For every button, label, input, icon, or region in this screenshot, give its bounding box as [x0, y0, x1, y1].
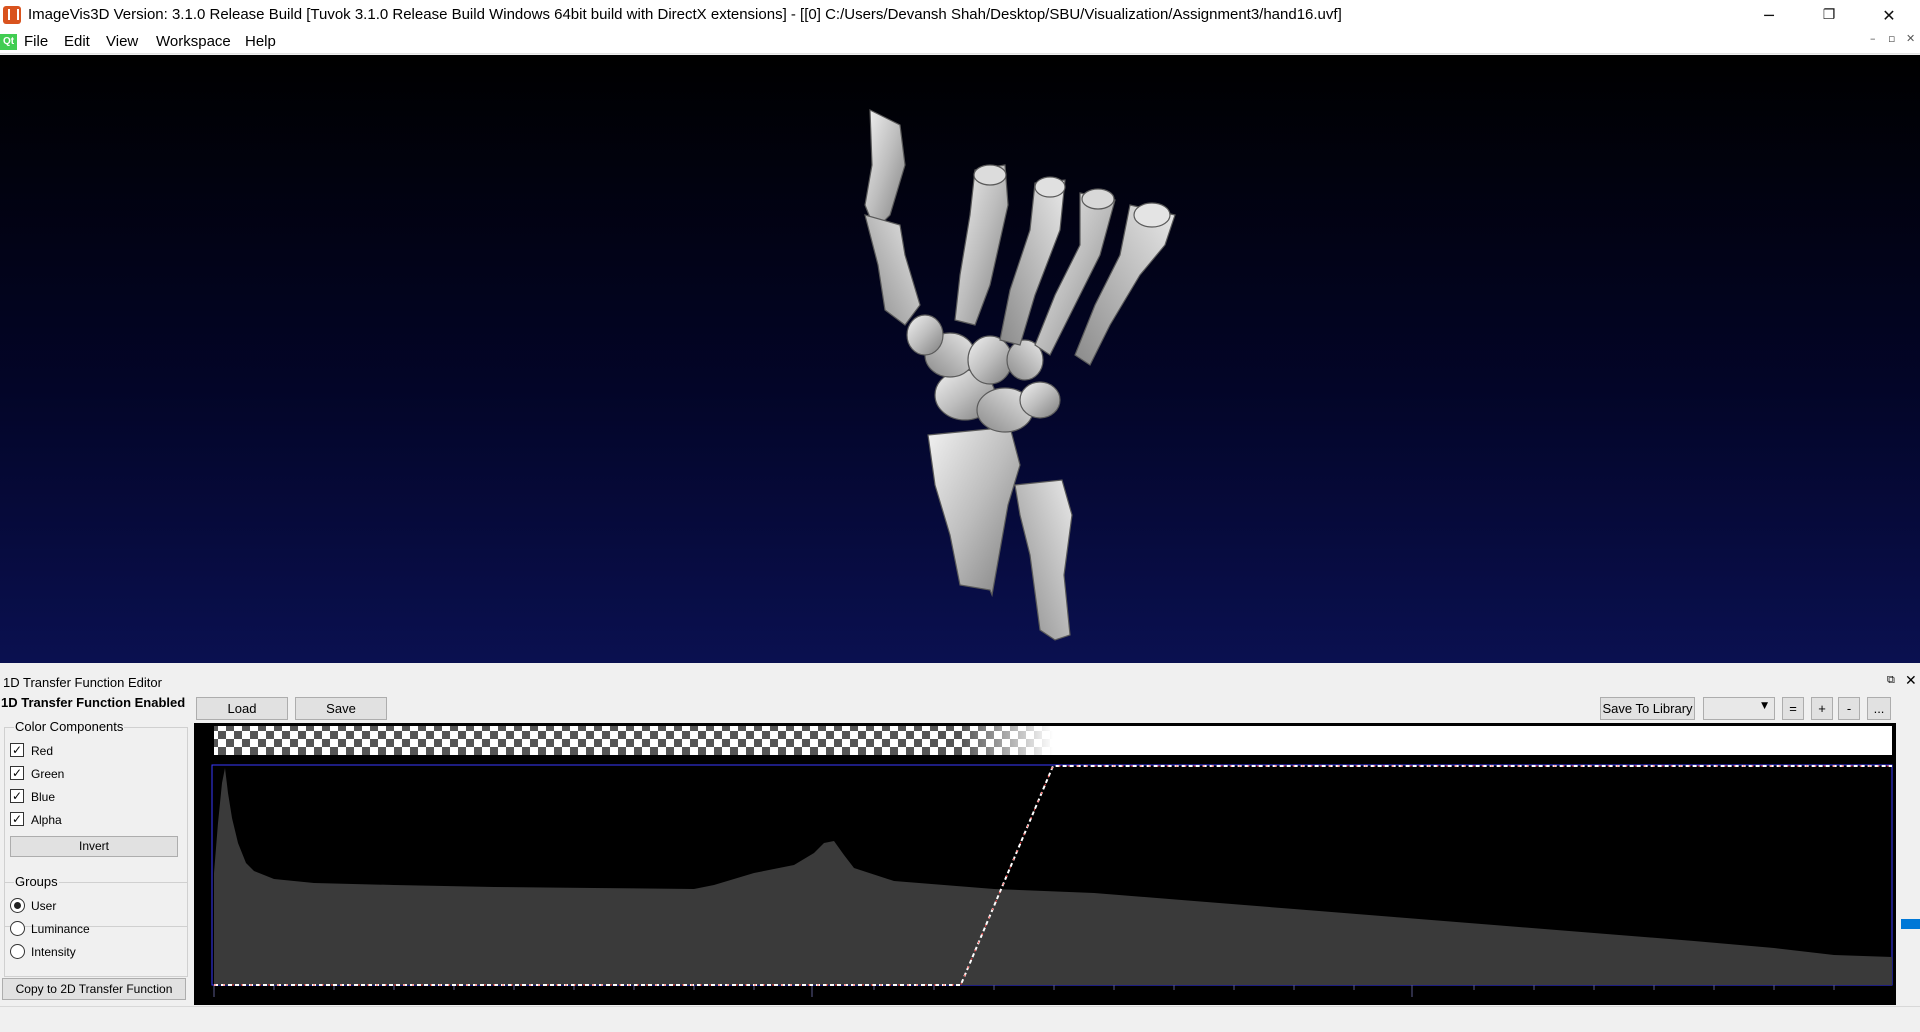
- luminance-radio[interactable]: [10, 921, 25, 936]
- app-logo-icon: [3, 6, 21, 24]
- zoom-in-button[interactable]: +: [1811, 697, 1833, 720]
- mdi-restore-icon[interactable]: ▫: [1888, 32, 1895, 45]
- save-button[interactable]: Save: [295, 697, 387, 720]
- dock-float-icon[interactable]: ⧉: [1887, 674, 1895, 687]
- menu-view[interactable]: View: [106, 33, 138, 50]
- zoom-out-button[interactable]: -: [1838, 697, 1860, 720]
- chevron-down-icon: ▼: [1761, 701, 1768, 711]
- qt-logo-icon: Qt: [0, 34, 17, 50]
- color-components-title: Color Components: [14, 719, 125, 734]
- user-label: User: [31, 899, 57, 913]
- close-button[interactable]: ✕: [1860, 0, 1918, 30]
- copy-to-2d-button[interactable]: Copy to 2D Transfer Function: [2, 978, 186, 1000]
- red-label: Red: [31, 744, 54, 758]
- tf-enabled-label: 1D Transfer Function Enabled: [1, 695, 186, 710]
- intensity-label: Intensity: [31, 945, 76, 959]
- transfer-function-canvas[interactable]: [194, 723, 1896, 1005]
- tf-vertical-scrollbar[interactable]: [1900, 723, 1920, 1005]
- menu-help[interactable]: Help: [245, 33, 276, 50]
- alpha-label: Alpha: [31, 813, 62, 827]
- mdi-close-icon[interactable]: ✕: [1906, 32, 1915, 45]
- restore-button[interactable]: ❐: [1800, 0, 1858, 30]
- render-viewport[interactable]: [0, 55, 1920, 663]
- x-axis-ticks: [213, 985, 1835, 997]
- tf-scroll-thumb[interactable]: [1901, 919, 1920, 929]
- green-checkbox[interactable]: ✓: [10, 766, 24, 780]
- red-checkbox[interactable]: ✓: [10, 743, 24, 757]
- more-options-button[interactable]: ...: [1867, 697, 1891, 720]
- library-select[interactable]: ▼: [1703, 697, 1775, 720]
- intensity-radio[interactable]: [10, 944, 25, 959]
- dock-close-icon[interactable]: ✕: [1905, 672, 1917, 689]
- green-label: Green: [31, 767, 65, 781]
- blue-checkbox[interactable]: ✓: [10, 789, 24, 803]
- mdi-minimize-icon[interactable]: –: [1870, 32, 1876, 45]
- equal-button[interactable]: =: [1782, 697, 1804, 720]
- menu-file[interactable]: File: [24, 33, 48, 50]
- menu-workspace[interactable]: Workspace: [156, 33, 231, 50]
- menu-edit[interactable]: Edit: [64, 33, 90, 50]
- status-bar: [0, 1006, 1920, 1032]
- groups-title: Groups: [14, 874, 59, 889]
- blue-label: Blue: [31, 790, 56, 804]
- minimize-button[interactable]: ─: [1740, 0, 1798, 30]
- alpha-preview-gradient: [214, 726, 1892, 755]
- alpha-checkbox[interactable]: ✓: [10, 812, 24, 826]
- menu-bar: Qt File Edit View Workspace Help – ▫ ✕: [0, 30, 1920, 54]
- title-bar: ImageVis3D Version: 3.1.0 Release Build …: [0, 0, 1920, 30]
- dock-title: 1D Transfer Function Editor: [3, 675, 162, 690]
- load-button[interactable]: Load: [196, 697, 288, 720]
- invert-button[interactable]: Invert: [10, 836, 178, 857]
- window-title: ImageVis3D Version: 3.1.0 Release Build …: [28, 6, 1342, 23]
- volume-render-hand-bones: [864, 109, 1176, 641]
- tf-editor-dock: 1D Transfer Function Editor ⧉ ✕ 1D Trans…: [0, 666, 1920, 1006]
- histogram-area: [214, 768, 1892, 985]
- save-to-library-button[interactable]: Save To Library: [1600, 697, 1695, 720]
- tf-plot-svg: [211, 726, 1893, 997]
- user-radio[interactable]: [10, 898, 25, 913]
- luminance-label: Luminance: [31, 922, 90, 936]
